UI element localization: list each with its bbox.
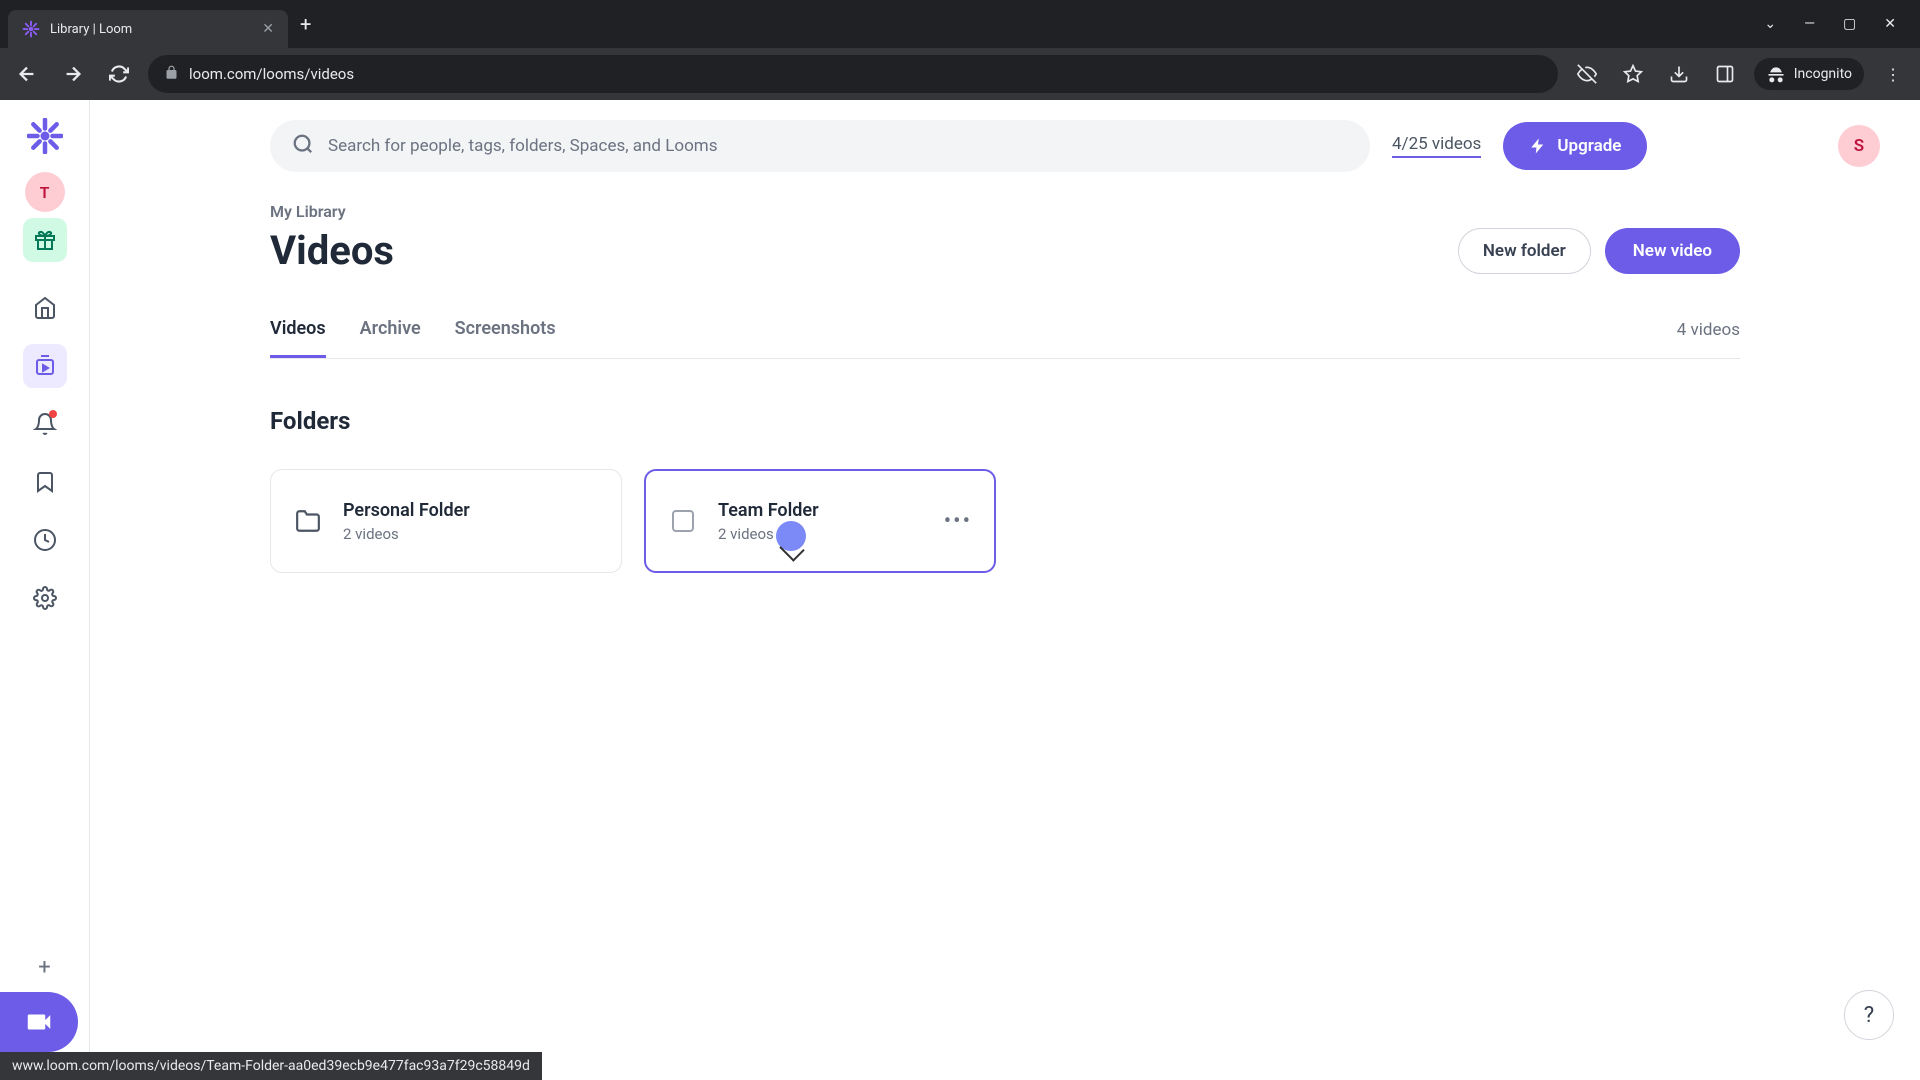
history-icon[interactable] [23,518,67,562]
loom-favicon [22,20,40,38]
search-box[interactable] [270,120,1370,172]
folder-subtitle: 2 videos [718,525,819,543]
incognito-badge[interactable]: Incognito [1754,58,1864,90]
sidebar: T + A [0,100,90,1052]
bookmark-icon[interactable] [23,460,67,504]
search-icon [292,133,314,159]
new-folder-button[interactable]: New folder [1458,228,1591,274]
upgrade-button[interactable]: Upgrade [1503,122,1647,170]
address-bar[interactable]: loom.com/looms/videos [148,55,1558,93]
folder-subtitle: 2 videos [343,525,470,543]
checkbox-icon[interactable] [668,506,698,536]
tab-video-count: 4 videos [1677,320,1740,356]
add-workspace-icon[interactable]: + [38,955,50,980]
loom-logo-icon[interactable] [25,116,65,156]
folder-name: Team Folder [718,500,819,521]
workspace-badge-t[interactable]: T [25,172,65,212]
folder-menu-icon[interactable]: ••• [944,509,972,534]
folders-grid: Personal Folder 2 videos Team Folder 2 v… [270,469,1740,573]
nav-bar: loom.com/looms/videos Incognito ⋮ [0,48,1920,100]
folders-section-title: Folders [270,407,1740,435]
close-window-icon[interactable]: ✕ [1884,16,1896,32]
breadcrumb[interactable]: My Library [270,202,1740,221]
incognito-label: Incognito [1794,66,1852,82]
minimize-icon[interactable]: — [1804,16,1815,32]
page-title: Videos [270,227,394,274]
settings-icon[interactable] [23,576,67,620]
url-text: loom.com/looms/videos [189,65,354,83]
content-area: My Library Videos New folder New video V… [90,192,1920,573]
star-icon[interactable] [1616,57,1650,91]
home-icon[interactable] [23,286,67,330]
folder-name: Personal Folder [343,500,470,521]
video-quota[interactable]: 4/25 videos [1392,134,1481,158]
chevron-down-icon[interactable]: ⌄ [1764,16,1776,32]
user-avatar[interactable]: S [1838,125,1880,167]
status-bar: www.loom.com/looms/videos/Team-Folder-aa… [0,1052,542,1080]
notification-dot [49,410,57,418]
reload-button[interactable] [102,57,136,91]
main-content: 4/25 videos Upgrade S My Library Videos … [90,100,1920,1052]
lightning-icon [1529,137,1547,155]
forward-button[interactable] [56,57,90,91]
maximize-icon[interactable]: ▢ [1843,16,1856,32]
new-video-button[interactable]: New video [1605,228,1740,274]
panel-icon[interactable] [1708,57,1742,91]
tab-screenshots[interactable]: Screenshots [455,318,556,358]
app-root: T + A [0,100,1920,1052]
topbar: 4/25 videos Upgrade S [90,100,1920,192]
folder-card-personal[interactable]: Personal Folder 2 videos [270,469,622,573]
search-input[interactable] [328,136,1348,156]
folder-card-team[interactable]: Team Folder 2 videos ••• [644,469,996,573]
browser-chrome: Library | Loom ✕ + ⌄ — ▢ ✕ loom.com/loom… [0,0,1920,100]
record-button[interactable] [0,992,78,1052]
download-icon[interactable] [1662,57,1696,91]
tab-title: Library | Loom [50,22,252,37]
video-camera-icon [24,1007,54,1037]
kebab-menu-icon[interactable]: ⋮ [1876,57,1910,91]
eye-off-icon[interactable] [1570,57,1604,91]
help-button[interactable]: ? [1844,990,1894,1040]
gift-icon[interactable] [23,218,67,262]
notifications-icon[interactable] [23,402,67,446]
tab-close-icon[interactable]: ✕ [262,21,274,37]
tab-bar: Library | Loom ✕ + ⌄ — ▢ ✕ [0,0,1920,48]
new-tab-button[interactable]: + [300,12,311,36]
folder-icon [293,506,323,536]
tab-archive[interactable]: Archive [360,318,421,358]
browser-tab[interactable]: Library | Loom ✕ [8,10,288,48]
window-controls: ⌄ — ▢ ✕ [1764,16,1912,32]
library-icon[interactable] [23,344,67,388]
back-button[interactable] [10,57,44,91]
upgrade-label: Upgrade [1557,136,1621,156]
lock-icon [164,65,179,84]
tabs-row: Videos Archive Screenshots 4 videos [270,318,1740,359]
tab-videos[interactable]: Videos [270,318,326,358]
